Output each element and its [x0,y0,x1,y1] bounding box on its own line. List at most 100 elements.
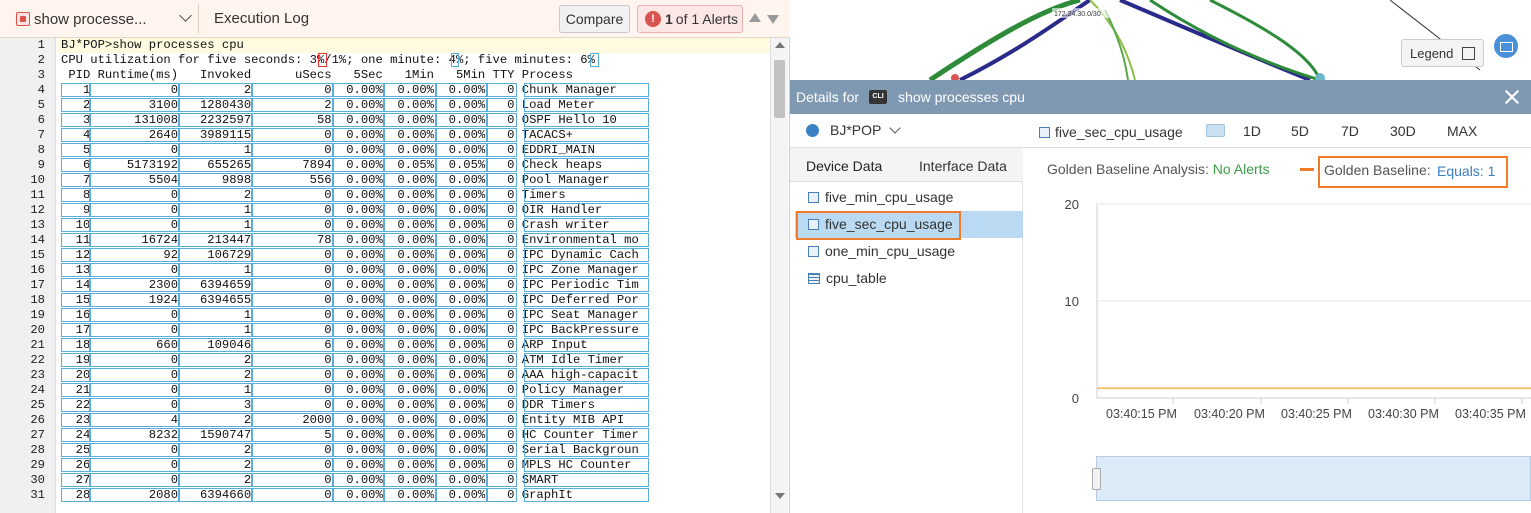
parsed-field-box [90,248,179,262]
command-selector[interactable]: show processe... [5,4,199,34]
parsed-field-box [435,188,488,202]
device-name: BJ*POP [830,122,882,138]
parsed-field-box [178,98,253,112]
tab-device-data[interactable]: Device Data [806,158,882,174]
parsed-field-box [61,263,91,277]
legend-button[interactable]: Legend [1401,39,1484,67]
parsed-field-box [435,398,488,412]
parsed-field-box [524,158,649,172]
parsed-field-box [384,248,436,262]
navigator-handle[interactable] [1092,468,1101,490]
parsed-field-box [487,218,517,232]
parsed-field-box [524,278,649,292]
parsed-field-box [524,218,649,232]
code-viewer[interactable]: 1 2 3 4 5 6 7 8 9 10 11 12 13 14 15 16 17 18 19 20 21 22 23 24 2… [0,38,772,513]
range-max[interactable]: MAX [1447,123,1477,139]
list-item-cpu-table[interactable]: cpu_table [808,270,887,286]
parsed-field-box [252,98,333,112]
parsed-field-box [90,413,179,427]
parsed-field-box [332,158,385,172]
expand-icon [1462,47,1475,60]
compare-button[interactable]: Compare [559,5,630,33]
parsed-field-box [252,203,333,217]
range-1d[interactable]: 1D [1243,123,1261,139]
parsed-field-box [384,158,436,172]
parsed-field-box [90,353,179,367]
parsed-field-box [487,98,517,112]
range-30d[interactable]: 30D [1390,123,1416,139]
parsed-field-box [435,473,488,487]
parsed-field-box [90,188,179,202]
line-number: 25 [30,398,45,412]
parsed-field-box [178,428,253,442]
highlight-box [796,211,961,240]
device-selector[interactable]: BJ*POP [806,122,902,138]
scrollbar-thumb[interactable] [774,60,785,118]
parsed-field-box [487,353,517,367]
parsed-field-box [332,83,385,97]
line-number: 12 [30,203,45,217]
line-number: 19 [30,308,45,322]
variable-selector[interactable]: five_sec_cpu_usage [1039,124,1183,140]
parsed-field-box [178,128,253,142]
parsed-field-box [332,263,385,277]
parsed-field-box [61,488,91,502]
eye-icon[interactable] [1206,124,1225,137]
tab-interface-data[interactable]: Interface Data [919,158,1007,174]
parsed-field-box [252,143,333,157]
parsed-field-box [61,98,91,112]
list-item-one-min-cpu[interactable]: one_min_cpu_usage [808,243,955,259]
x-tick-label: 03:40:20 PM [1194,407,1265,421]
parsed-field-box [178,338,253,352]
parsed-field-box [384,203,436,217]
code-line: CPU utilization for five seconds: 3%/1%;… [61,53,595,67]
line-number: 15 [30,248,45,262]
parsed-field-box [384,188,436,202]
parsed-field-box [524,368,649,382]
range-5d[interactable]: 5D [1291,123,1309,139]
variable-icon [1039,126,1050,138]
parsed-field-box [332,308,385,322]
parsed-field-box [90,428,179,442]
previous-alert-arrow-icon[interactable] [749,13,761,22]
golden-baseline-value[interactable]: Equals: 1 [1437,163,1495,179]
next-alert-arrow-icon[interactable] [767,15,779,24]
parsed-field-box [90,278,179,292]
parsed-field-box [384,263,436,277]
line-number: 31 [30,488,45,502]
chart-navigator[interactable] [1096,456,1531,501]
y-tick-label: 10 [1065,294,1079,309]
alerts-button[interactable]: ! 1 of 1 Alerts [637,5,743,33]
execution-log-tab[interactable]: Execution Log [214,10,309,27]
line-number: 1 [37,38,45,52]
parsed-field-box [61,128,91,142]
parsed-field-box [524,308,649,322]
parsed-field-box [524,233,649,247]
line-number: 21 [30,338,45,352]
command-icon [16,12,30,26]
parsed-field-box [524,338,649,352]
parsed-field-box [252,488,333,502]
parsed-field-box [178,368,253,382]
scroll-down-icon[interactable] [775,493,785,499]
chevron-down-icon [179,9,192,22]
parsed-field-box [61,188,91,202]
close-icon[interactable] [1505,90,1519,104]
parsed-field-box [61,248,91,262]
line-number: 16 [30,263,45,277]
mail-icon[interactable] [1494,34,1518,58]
parsed-field-box [178,488,253,502]
parsed-field-box [61,413,91,427]
range-7d[interactable]: 7D [1341,123,1359,139]
parsed-field-box [252,458,333,472]
line-number: 28 [30,443,45,457]
scroll-up-icon[interactable] [775,42,785,48]
x-tick-label: 03:40:35 PM [1455,407,1526,421]
parsed-field-box [90,323,179,337]
list-item-five-min-cpu[interactable]: five_min_cpu_usage [808,189,953,205]
parsed-field-box [90,398,179,412]
cpu-line-chart[interactable]: 20 10 0 03:40:15 PM 03:40:20 PM 03:40:25 PM 03… [1023,190,1531,440]
parsed-field-box [384,488,436,502]
vertical-scrollbar[interactable] [770,38,788,513]
parsed-field-box [524,113,649,127]
